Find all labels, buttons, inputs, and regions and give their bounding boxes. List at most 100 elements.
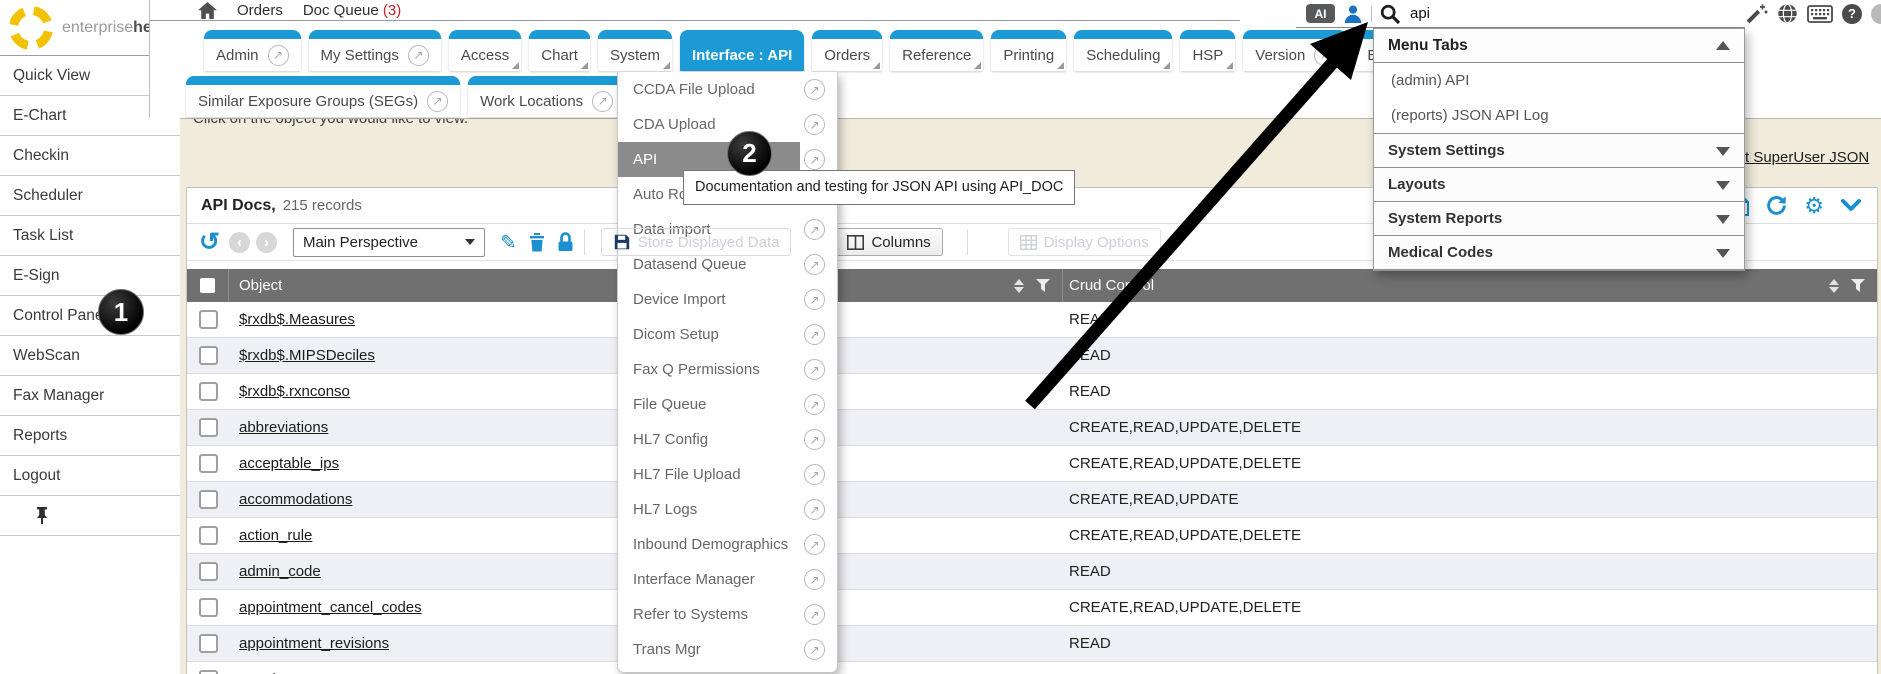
menu-item[interactable]: Device Import ↗	[618, 282, 837, 317]
tab[interactable]: Orders ↗	[812, 30, 882, 71]
row-checkbox[interactable]	[199, 382, 218, 401]
filter-funnel-icon[interactable]	[1036, 279, 1050, 292]
tab[interactable]: Chart ↗	[529, 30, 590, 71]
menu-item[interactable]: HL7 File Upload ↗	[618, 457, 837, 492]
sidebar-item[interactable]: Checkin	[0, 136, 180, 176]
sort-icon[interactable]	[1829, 279, 1839, 293]
breadcrumb-doc-queue[interactable]: Doc Queue (3)	[303, 2, 401, 19]
tab[interactable]: HSP ↗	[1180, 30, 1235, 71]
display-options-button[interactable]: Display Options	[1008, 228, 1161, 256]
home-icon[interactable]	[198, 2, 217, 19]
superuser-json-link[interactable]: t SuperUser JSON	[1745, 149, 1869, 166]
prev-perspective-button[interactable]: ‹	[229, 232, 250, 253]
tab[interactable]: Work Locations ↗	[468, 76, 625, 117]
sort-icon[interactable]	[1014, 279, 1024, 293]
menu-item[interactable]: Inbound Demographics ↗	[618, 527, 837, 562]
sidebar-item[interactable]: E-Sign	[0, 256, 180, 296]
lock-perspective-button[interactable]	[557, 232, 574, 252]
tab[interactable]: Reference ↗	[890, 30, 983, 71]
delete-perspective-button[interactable]	[529, 233, 545, 252]
table-row: appointments READ	[187, 662, 1877, 674]
crud-cell: CREATE,READ,UPDATE,DELETE	[1063, 455, 1877, 472]
tab[interactable]: My Settings ↗	[309, 30, 441, 71]
object-link[interactable]: admin_code	[239, 563, 321, 580]
row-checkbox[interactable]	[199, 490, 218, 509]
menu-item[interactable]: Trans Mgr ↗	[618, 632, 837, 667]
menu-item[interactable]: Dicom Setup ↗	[618, 317, 837, 352]
sidebar-item[interactable]: Logout	[0, 456, 180, 496]
sidebar-item[interactable]: Fax Manager	[0, 376, 180, 416]
row-checkbox[interactable]	[199, 418, 218, 437]
globe-icon[interactable]	[1777, 3, 1798, 24]
object-link[interactable]: action_rule	[239, 527, 312, 544]
row-checkbox[interactable]	[199, 526, 218, 545]
row-checkbox[interactable]	[199, 598, 218, 617]
perspective-select[interactable]: Main Perspective	[293, 228, 485, 257]
sidebar-item[interactable]: Scheduler	[0, 176, 180, 216]
crud-column-header[interactable]: Crud Control	[1063, 269, 1877, 302]
edit-perspective-button[interactable]: ✎	[500, 230, 517, 255]
menu-item[interactable]: Interface Manager ↗	[618, 562, 837, 597]
menu-tabs-panel-header[interactable]: Menu Tabs	[1374, 29, 1744, 63]
sidebar-pin-row[interactable]	[0, 496, 180, 536]
help-icon[interactable]: ?	[1842, 4, 1862, 24]
sidebar-item[interactable]: Control Panel	[0, 296, 180, 336]
tab[interactable]: Scheduling ↗	[1074, 30, 1172, 71]
panel-section-header[interactable]: System Settings	[1374, 133, 1744, 167]
panel-section-header[interactable]: Medical Codes	[1374, 235, 1744, 270]
object-link[interactable]: acceptable_ips	[239, 455, 339, 472]
tab[interactable]: Admin ↗	[204, 30, 301, 71]
store-displayed-data-button[interactable]: Store Displayed Data	[601, 228, 792, 256]
row-checkbox[interactable]	[199, 346, 218, 365]
search-icon[interactable]	[1380, 4, 1400, 24]
row-checkbox[interactable]	[199, 670, 218, 674]
refresh-icon[interactable]	[1766, 195, 1787, 216]
gear-icon[interactable]: ⚙	[1804, 196, 1824, 216]
row-checkbox[interactable]	[199, 454, 218, 473]
tab[interactable]: Similar Exposure Groups (SEGs) ↗	[186, 76, 460, 117]
tab[interactable]: System ↗	[598, 30, 672, 71]
filter-funnel-icon[interactable]	[1851, 279, 1865, 292]
user-icon[interactable]	[1343, 4, 1363, 24]
tab[interactable]: Interface : API ↗	[680, 30, 804, 71]
menu-item[interactable]: File Queue ↗	[618, 387, 837, 422]
menu-item[interactable]: Fax Q Permissions ↗	[618, 352, 837, 387]
sidebar-item[interactable]: Reports	[0, 416, 180, 456]
chevron-down-icon[interactable]	[1841, 199, 1861, 212]
row-checkbox[interactable]	[199, 310, 218, 329]
sidebar-item[interactable]: WebScan	[0, 336, 180, 376]
columns-button[interactable]: Columns	[835, 228, 942, 256]
next-perspective-button[interactable]: ›	[256, 232, 277, 253]
keyboard-icon[interactable]	[1807, 5, 1833, 23]
panel-section-header[interactable]: System Reports	[1374, 201, 1744, 235]
ai-badge[interactable]: AI	[1306, 4, 1335, 23]
menu-tabs-result-item[interactable]: (admin) API	[1374, 63, 1744, 98]
menu-item[interactable]: CDA Upload ↗	[618, 107, 837, 142]
search-input[interactable]	[1408, 4, 1482, 23]
object-link[interactable]: $rxdb$.rxnconso	[239, 383, 350, 400]
row-checkbox[interactable]	[199, 634, 218, 653]
object-link[interactable]: appointment_cancel_codes	[239, 599, 422, 616]
row-checkbox[interactable]	[199, 562, 218, 581]
tab[interactable]: Access ↗	[449, 30, 521, 71]
menu-item[interactable]: Refer to Systems ↗	[618, 597, 837, 632]
menu-item[interactable]: HL7 Logs ↗	[618, 492, 837, 527]
menu-tabs-result-item[interactable]: (reports) JSON API Log	[1374, 98, 1744, 133]
tab[interactable]: Version ↗	[1243, 30, 1347, 71]
object-link[interactable]: $rxdb$.MIPSDeciles	[239, 347, 375, 364]
breadcrumb-orders[interactable]: Orders	[237, 2, 283, 19]
tab-label: Admin	[216, 47, 259, 64]
object-link[interactable]: appointments	[239, 671, 329, 674]
object-link[interactable]: appointment_revisions	[239, 635, 389, 652]
select-all-checkbox[interactable]	[200, 278, 215, 293]
panel-section-header[interactable]: Layouts	[1374, 167, 1744, 201]
sidebar-item[interactable]: Task List	[0, 216, 180, 256]
object-link[interactable]: accommodations	[239, 491, 352, 508]
undo-icon[interactable]: ↺	[199, 230, 220, 255]
object-link[interactable]: abbreviations	[239, 419, 328, 436]
object-link[interactable]: $rxdb$.Measures	[239, 311, 355, 328]
menu-item[interactable]: CCDA File Upload ↗	[618, 72, 837, 107]
magic-wand-icon[interactable]	[1747, 3, 1768, 24]
tab[interactable]: Printing ↗	[991, 30, 1066, 71]
menu-item[interactable]: HL7 Config ↗	[618, 422, 837, 457]
